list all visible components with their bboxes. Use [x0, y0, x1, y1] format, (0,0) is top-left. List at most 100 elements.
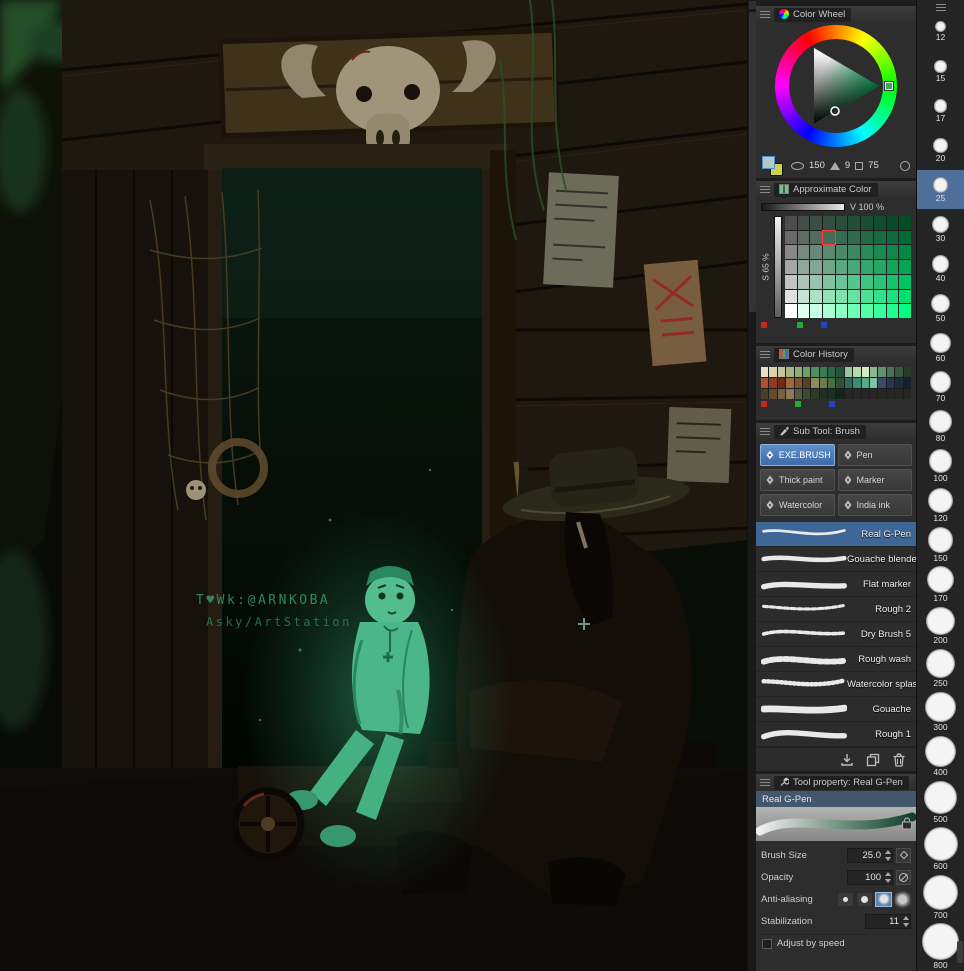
canvas-viewport[interactable]: T♥Wk:@ARNKOBA Asky/ArtStation — [0, 0, 747, 971]
approx-color-cell[interactable] — [873, 245, 886, 260]
history-swatch[interactable] — [903, 389, 911, 399]
saturation-gradient-bar[interactable] — [774, 216, 782, 318]
approx-color-cell[interactable] — [835, 245, 848, 260]
approx-color-cell[interactable] — [822, 229, 836, 246]
brush-size-70[interactable]: 70 — [917, 367, 964, 406]
property-value-box[interactable]: 25.0 — [847, 847, 893, 863]
history-swatch[interactable] — [836, 389, 844, 399]
approx-color-cell[interactable] — [886, 245, 899, 260]
adjust-by-speed-checkbox[interactable] — [762, 938, 772, 949]
history-swatch[interactable] — [886, 389, 895, 399]
brush-gouache[interactable]: Gouache — [756, 697, 916, 722]
approx-color-cell[interactable] — [899, 216, 911, 230]
history-swatch[interactable] — [886, 378, 895, 388]
brush-size-500[interactable]: 500 — [917, 779, 964, 825]
approx-color-cell[interactable] — [785, 304, 797, 318]
brush-size-12[interactable]: 12 — [917, 12, 964, 51]
approx-color-cell[interactable] — [810, 216, 823, 230]
hue-handle[interactable] — [885, 82, 893, 90]
history-swatch[interactable] — [844, 389, 853, 399]
sv-triangle[interactable] — [789, 39, 883, 133]
approx-color-cell[interactable] — [835, 304, 848, 318]
approx-color-cell[interactable] — [823, 289, 835, 304]
approx-color-cell[interactable] — [835, 230, 848, 245]
history-swatch[interactable] — [761, 367, 769, 377]
approx-color-cell[interactable] — [861, 216, 873, 230]
spinner-arrows[interactable] — [883, 849, 892, 862]
history-swatch[interactable] — [861, 389, 870, 399]
approx-color-cell[interactable] — [797, 304, 810, 318]
approx-color-cell[interactable] — [810, 245, 823, 260]
history-swatch[interactable] — [836, 367, 844, 377]
approx-color-cell[interactable] — [823, 260, 835, 274]
approx-color-cell[interactable] — [873, 274, 886, 289]
history-swatch[interactable] — [895, 367, 903, 377]
brush-size-170[interactable]: 170 — [917, 564, 964, 605]
color-history-header[interactable]: Color History — [756, 346, 916, 363]
history-swatch[interactable] — [853, 378, 861, 388]
brush-size-150[interactable]: 150 — [917, 525, 964, 564]
brush-rough-wash[interactable]: Rough wash — [756, 647, 916, 672]
brush-size-80[interactable]: 80 — [917, 407, 964, 446]
brush-size-20[interactable]: 20 — [917, 130, 964, 169]
panel-grip-icon[interactable] — [760, 186, 770, 193]
subtool-tab-india-ink[interactable]: India ink — [837, 494, 912, 516]
approx-color-cell[interactable] — [886, 304, 899, 318]
brush-real-g-pen[interactable]: Real G-Pen — [756, 522, 916, 547]
approx-color-cell[interactable] — [899, 274, 911, 289]
approx-color-cell[interactable] — [899, 289, 911, 304]
approx-color-cell[interactable] — [797, 289, 810, 304]
approx-color-cell[interactable] — [797, 245, 810, 260]
history-swatch[interactable] — [786, 367, 794, 377]
value-gradient-bar[interactable] — [761, 203, 845, 211]
history-swatch[interactable] — [895, 378, 903, 388]
approx-color-cell[interactable] — [785, 289, 797, 304]
approx-color-cell[interactable] — [861, 260, 873, 274]
brush-size-50[interactable]: 50 — [917, 288, 964, 327]
brush-size-30[interactable]: 30 — [917, 209, 964, 248]
approx-color-cell[interactable] — [785, 216, 797, 230]
approx-color-cell[interactable] — [835, 216, 848, 230]
approx-color-cell[interactable] — [823, 216, 835, 230]
history-swatch[interactable] — [878, 378, 886, 388]
spinner-arrows[interactable] — [883, 871, 892, 884]
panel-grip-icon[interactable] — [760, 428, 770, 435]
subtool-tab-watercolor[interactable]: Watercolor — [760, 494, 835, 516]
panel-grip-icon[interactable] — [760, 11, 770, 18]
approx-color-cell[interactable] — [899, 245, 911, 260]
approx-color-cell[interactable] — [861, 289, 873, 304]
brush-size-200[interactable]: 200 — [917, 605, 964, 647]
history-swatch[interactable] — [853, 389, 861, 399]
history-swatch[interactable] — [828, 378, 836, 388]
approx-color-cell[interactable] — [810, 274, 823, 289]
history-swatch[interactable] — [903, 367, 911, 377]
history-swatch[interactable] — [828, 367, 836, 377]
brush-gouache-blender[interactable]: Gouache blender — [756, 547, 916, 572]
adjust-by-speed-row[interactable]: Adjust by speed — [756, 934, 916, 952]
approx-color-cell[interactable] — [873, 216, 886, 230]
brush-size-300[interactable]: 300 — [917, 690, 964, 734]
approx-color-cell[interactable] — [785, 260, 797, 274]
history-swatch[interactable] — [870, 389, 878, 399]
history-swatch[interactable] — [819, 378, 828, 388]
main-color-swatch[interactable] — [762, 155, 775, 169]
history-swatch[interactable] — [886, 367, 895, 377]
approx-color-cell[interactable] — [899, 304, 911, 318]
approx-color-cell[interactable] — [886, 260, 899, 274]
history-swatch[interactable] — [836, 378, 844, 388]
brush-rough-1[interactable]: Rough 1 — [756, 722, 916, 747]
panel-grip-icon[interactable] — [760, 351, 770, 358]
approx-color-cell[interactable] — [810, 304, 823, 318]
canvas-scrollbar[interactable] — [747, 0, 756, 971]
history-swatch[interactable] — [794, 378, 802, 388]
approx-color-cell[interactable] — [873, 260, 886, 274]
tool-property-header[interactable]: Tool property: Real G-Pen — [756, 774, 916, 791]
approx-color-cell[interactable] — [861, 230, 873, 245]
approx-color-cell[interactable] — [848, 304, 861, 318]
brush-size-25[interactable]: 25 — [917, 169, 964, 210]
approx-color-cell[interactable] — [835, 274, 848, 289]
approx-color-cell[interactable] — [848, 230, 861, 245]
delete-brush-icon[interactable] — [892, 753, 906, 767]
color-wheel-header[interactable]: Color Wheel — [756, 6, 916, 23]
history-swatch[interactable] — [777, 389, 786, 399]
